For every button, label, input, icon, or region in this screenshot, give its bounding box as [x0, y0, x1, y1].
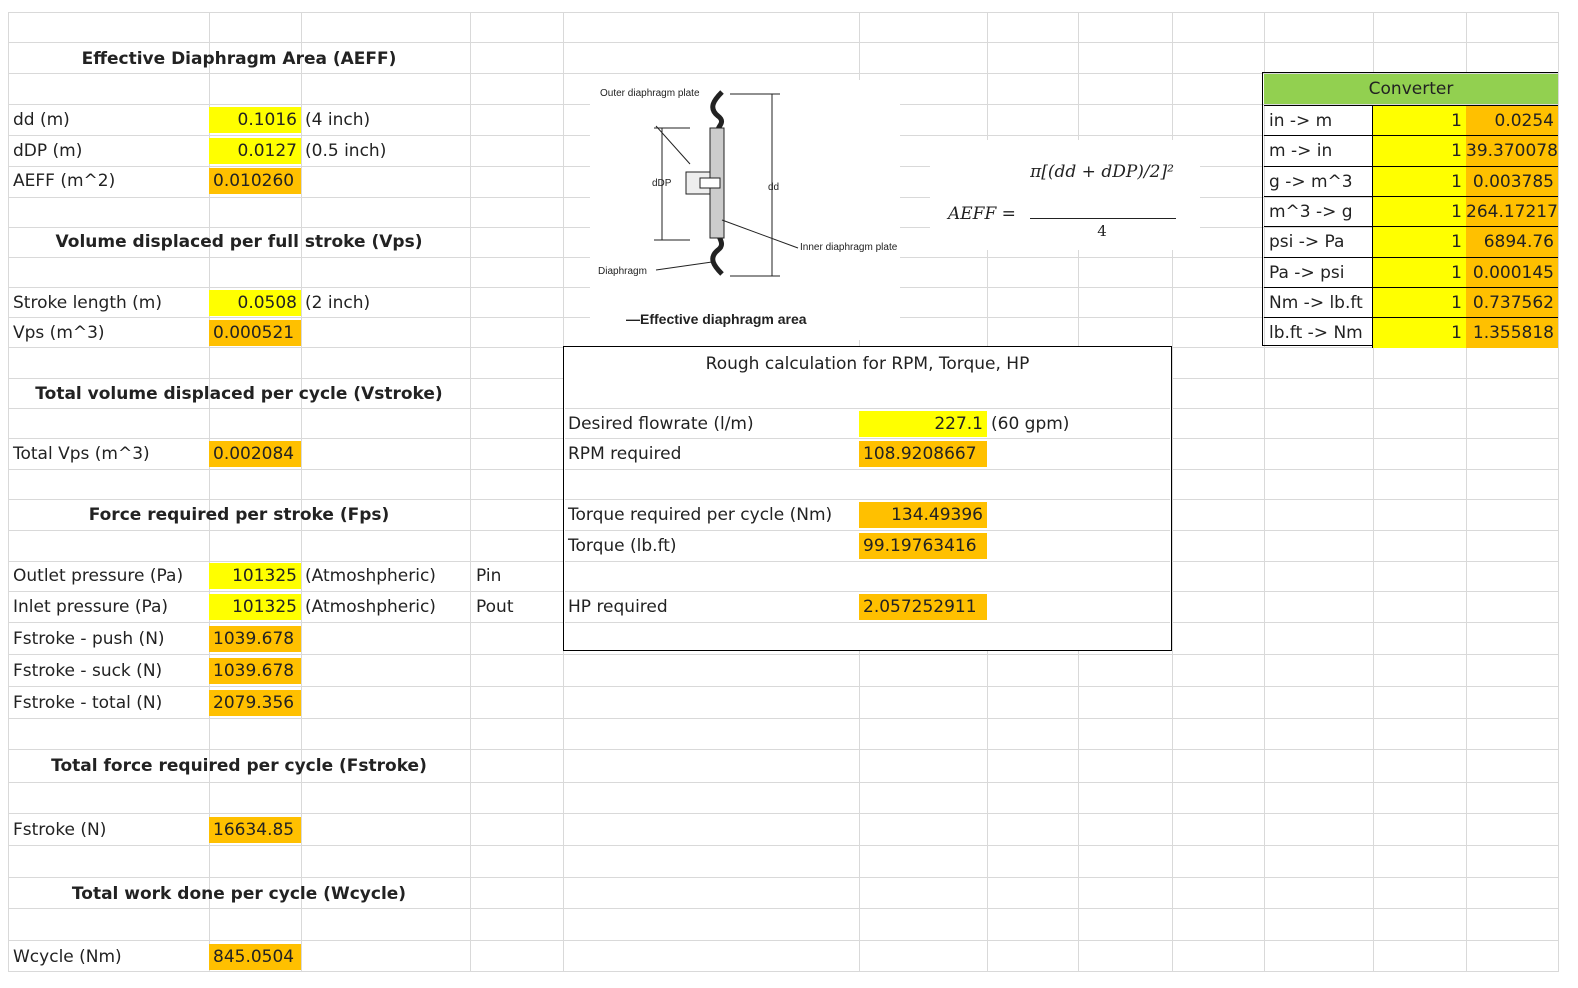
rough-calc-title: Rough calculation for RPM, Torque, HP [705, 354, 1030, 374]
stroke-length-input[interactable]: 0.0508 [209, 290, 301, 316]
formula-denominator: 4 [1097, 222, 1107, 240]
ddp-input[interactable]: 0.0127 [209, 138, 301, 164]
converter-row: Nm -> lb.ft 1 0.737562 [1264, 287, 1558, 318]
hp-label: HP required [568, 597, 668, 617]
vps-label: Vps (m^3) [13, 323, 105, 343]
converter-one-input[interactable]: 1 [1373, 167, 1466, 197]
converter-label: Pa -> psi [1264, 258, 1373, 288]
fstroke-push-label: Fstroke - push (N) [13, 629, 165, 649]
converter-value[interactable]: 264.17217 [1466, 197, 1558, 227]
converter-label: Nm -> lb.ft [1264, 288, 1373, 318]
outlet-pressure-input[interactable]: 101325 [209, 563, 301, 589]
converter-label: m^3 -> g [1264, 197, 1373, 227]
formula-image: AEFF = π[(dd + dDP)/2]² 4 [930, 140, 1200, 250]
fstroke-suck-value[interactable]: 1039.678 [209, 658, 301, 684]
inlet-pressure-note: (Atmoshpheric) [305, 597, 436, 617]
hp-value[interactable]: 2.057252911 [859, 594, 987, 620]
dd-diagram-label: dd [768, 182, 779, 193]
converter-value[interactable]: 0.0254 [1466, 106, 1558, 136]
section-title-vstroke: Total volume displaced per cycle (Vstrok… [35, 384, 443, 404]
formula-numerator: π[(dd + dDP)/2]² [1030, 162, 1174, 182]
formula-lhs: AEFF = [948, 204, 1016, 224]
converter-row: g -> m^3 1 0.003785 [1264, 166, 1558, 197]
figure-caption: —Effective diaphragm area [626, 311, 807, 327]
converter-title: Converter [1264, 74, 1558, 104]
converter-value[interactable]: 0.003785 [1466, 167, 1558, 197]
diaphragm-figure: Outer diaphragm plate dDP dd Inner diaph… [590, 80, 900, 340]
converter-row: m^3 -> g 1 264.17217 [1264, 196, 1558, 227]
converter-row: Pa -> psi 1 0.000145 [1264, 257, 1558, 288]
section-title-fstroke: Total force required per cycle (Fstroke) [51, 756, 427, 776]
converter-one-input[interactable]: 1 [1373, 258, 1466, 288]
fstroke-suck-label: Fstroke - suck (N) [13, 661, 163, 681]
aeff-value[interactable]: 0.010260 [209, 168, 301, 194]
converter-label: lb.ft -> Nm [1264, 318, 1373, 348]
converter-one-input[interactable]: 1 [1373, 318, 1466, 348]
converter-one-input[interactable]: 1 [1373, 197, 1466, 227]
converter-row: in -> m 1 0.0254 [1264, 105, 1558, 136]
converter-label: g -> m^3 [1264, 167, 1373, 197]
rpm-value[interactable]: 108.9208667 [859, 441, 987, 467]
ddp-note: (0.5 inch) [305, 141, 387, 161]
fstroke-total-value[interactable]: 2079.356 [209, 690, 301, 716]
wcycle-value[interactable]: 845.0504 [209, 944, 301, 970]
converter-value[interactable]: 39.370078 [1466, 136, 1558, 166]
stroke-length-label: Stroke length (m) [13, 293, 162, 313]
outlet-pressure-note: (Atmoshpheric) [305, 566, 436, 586]
fstroke-push-value[interactable]: 1039.678 [209, 626, 301, 652]
converter-one-input[interactable]: 1 [1373, 227, 1466, 257]
dd-input[interactable]: 0.1016 [209, 107, 301, 133]
dd-note: (4 inch) [305, 110, 371, 130]
converter-row: m -> in 1 39.370078 [1264, 135, 1558, 166]
diaphragm-label: Diaphragm [598, 266, 647, 277]
converter-label: in -> m [1264, 106, 1373, 136]
dd-label: dd (m) [13, 110, 70, 130]
outer-plate-label: Outer diaphragm plate [600, 88, 700, 99]
ddp-diagram-label: dDP [652, 178, 672, 189]
fstroke-value[interactable]: 16634.85 [209, 817, 301, 843]
converter-one-input[interactable]: 1 [1373, 136, 1466, 166]
converter-label: m -> in [1264, 136, 1373, 166]
converter-label: psi -> Pa [1264, 227, 1373, 257]
pin-label: Pin [476, 566, 502, 586]
inlet-pressure-input[interactable]: 101325 [209, 594, 301, 620]
inlet-pressure-label: Inlet pressure (Pa) [13, 597, 169, 617]
torque-lbft-value[interactable]: 99.19763416 [859, 533, 987, 559]
torque-nm-label: Torque required per cycle (Nm) [568, 505, 833, 525]
section-title-vps: Volume displaced per full stroke (Vps) [55, 232, 423, 252]
flowrate-input[interactable]: 227.1 [859, 411, 987, 437]
converter-row: psi -> Pa 1 6894.76 [1264, 226, 1558, 257]
rpm-label: RPM required [568, 444, 682, 464]
converter-value[interactable]: 0.000145 [1466, 258, 1558, 288]
diaphragm-diagram: Outer diaphragm plate dDP dd Inner diaph… [598, 88, 898, 327]
fstroke-label: Fstroke (N) [13, 820, 107, 840]
section-title-fps: Force required per stroke (Fps) [88, 505, 390, 525]
torque-lbft-label: Torque (lb.ft) [568, 536, 677, 556]
fstroke-total-label: Fstroke - total (N) [13, 693, 163, 713]
section-title-aeff: Effective Diaphragm Area (AEFF) [81, 49, 397, 69]
flowrate-label: Desired flowrate (l/m) [568, 414, 754, 434]
aeff-label: AEFF (m^2) [13, 171, 116, 191]
flowrate-note: (60 gpm) [991, 414, 1070, 434]
vps-value[interactable]: 0.000521 [209, 320, 301, 346]
torque-nm-value[interactable]: 134.49396 [859, 502, 987, 528]
total-vps-label: Total Vps (m^3) [13, 444, 150, 464]
converter-one-input[interactable]: 1 [1373, 288, 1466, 318]
converter-value[interactable]: 1.355818 [1466, 318, 1558, 348]
pout-label: Pout [476, 597, 514, 617]
wcycle-label: Wcycle (Nm) [13, 947, 122, 967]
converter-one-input[interactable]: 1 [1373, 106, 1466, 136]
converter-value[interactable]: 6894.76 [1466, 227, 1558, 257]
total-vps-value[interactable]: 0.002084 [209, 441, 301, 467]
ddp-label: dDP (m) [13, 141, 83, 161]
converter-row: lb.ft -> Nm 1 1.355818 [1264, 317, 1558, 348]
outlet-pressure-label: Outlet pressure (Pa) [13, 566, 184, 586]
converter-value[interactable]: 0.737562 [1466, 288, 1558, 318]
stroke-length-note: (2 inch) [305, 293, 371, 313]
section-title-wcycle: Total work done per cycle (Wcycle) [71, 884, 407, 904]
inner-plate-label: Inner diaphragm plate [800, 242, 898, 253]
formula-fraction-bar [1030, 218, 1176, 219]
